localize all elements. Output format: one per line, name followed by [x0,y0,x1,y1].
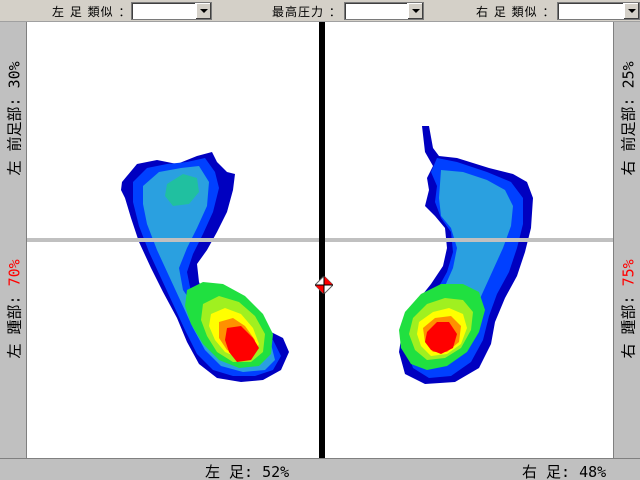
chevron-down-icon[interactable] [195,3,211,19]
left-heel-label: 左 踵部: [5,286,24,359]
right-heel-readout: 右 踵部: 75% [618,243,639,359]
left-forefoot-label: 左 前足部: [5,88,24,176]
pressure-map-canvas[interactable] [27,22,613,458]
left-heel-percent: 70% [5,259,24,287]
toolbar: 左 足 類似 ： 最高圧力 ： 右 足 類似 ： [0,0,640,22]
right-side-panel: 右 前足部: 25% 右 踵部: 75% [613,22,640,458]
right-heel-label: 右 踵部: [619,286,638,359]
left-foot-total: 左 足: 52% [205,463,290,480]
left-side-panel: 左 前足部: 30% 左 踵部: 70% [0,22,27,458]
right-forefoot-percent: 25% [619,61,638,89]
right-foot-print [399,126,533,384]
left-heel-readout: 左 踵部: 70% [4,243,25,359]
left-right-divider-line [319,22,325,458]
right-heel-percent: 75% [619,259,638,287]
chevron-down-icon[interactable] [623,3,639,19]
right-similarity-label: 右 足 類似 ： [476,5,556,19]
bottom-status-bar: 左 足: 52% 右 足: 48% [0,458,640,480]
left-similarity-label: 左 足 類似 ： [52,5,132,19]
right-similarity-dropdown[interactable] [557,2,640,20]
left-similarity-dropdown[interactable] [131,2,212,20]
right-forefoot-label: 右 前足部: [619,88,638,176]
left-foot-print [121,152,289,382]
left-forefoot-percent: 30% [5,61,24,89]
left-forefoot-readout: 左 前足部: 30% [4,46,25,176]
right-forefoot-readout: 右 前足部: 25% [618,46,639,176]
right-foot-total: 右 足: 48% [522,463,607,480]
max-pressure-label: 最高圧力 ： [272,5,342,19]
max-pressure-dropdown[interactable] [344,2,424,20]
target-diamond-icon[interactable] [315,276,333,294]
chevron-down-icon[interactable] [407,3,423,19]
